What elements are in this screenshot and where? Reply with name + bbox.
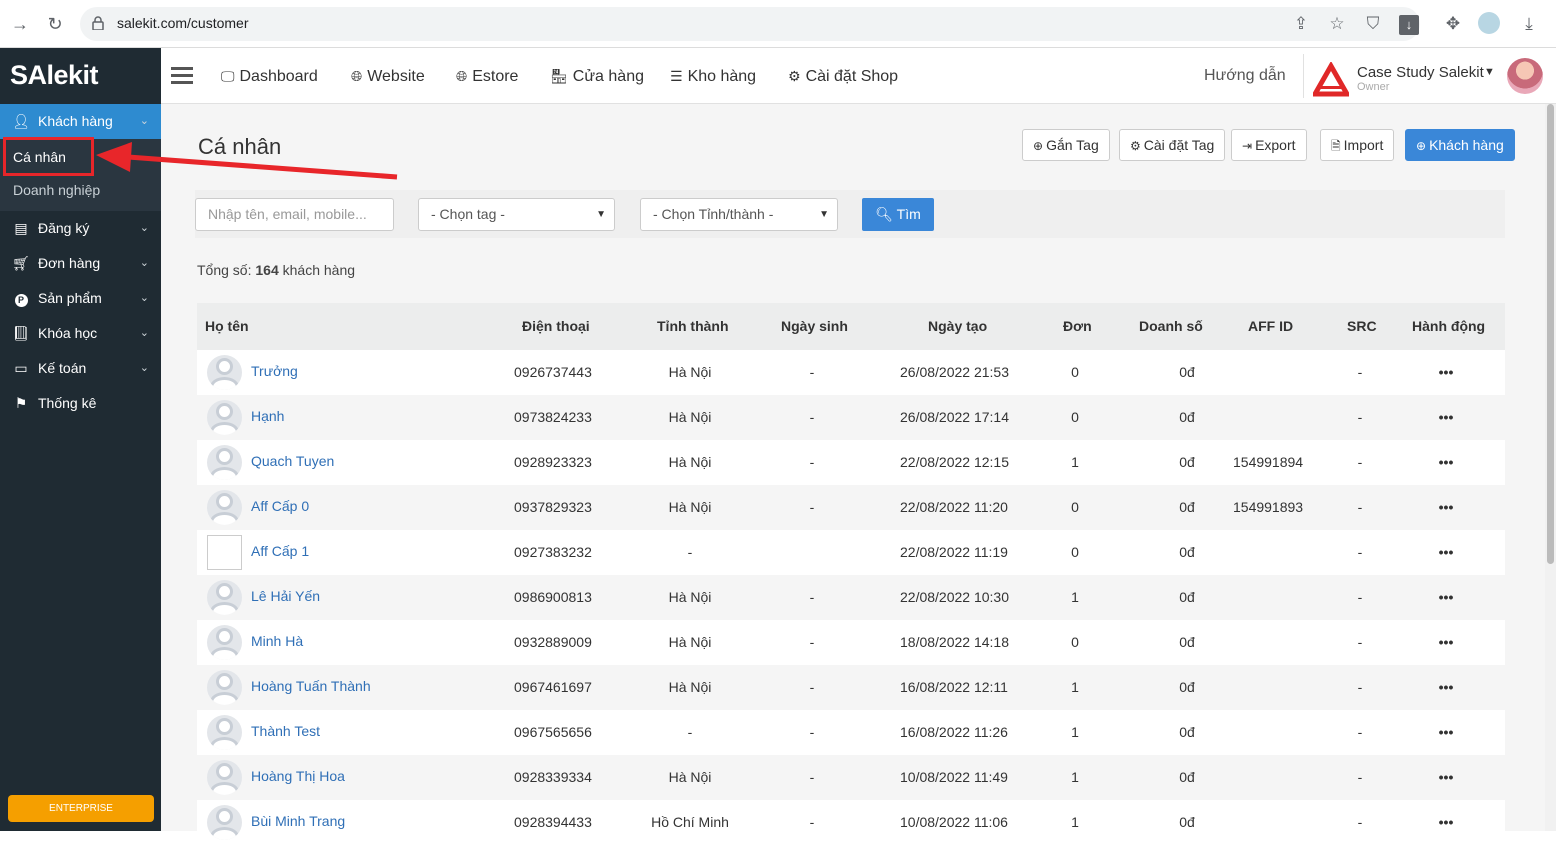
annotation-arrow <box>96 142 398 180</box>
